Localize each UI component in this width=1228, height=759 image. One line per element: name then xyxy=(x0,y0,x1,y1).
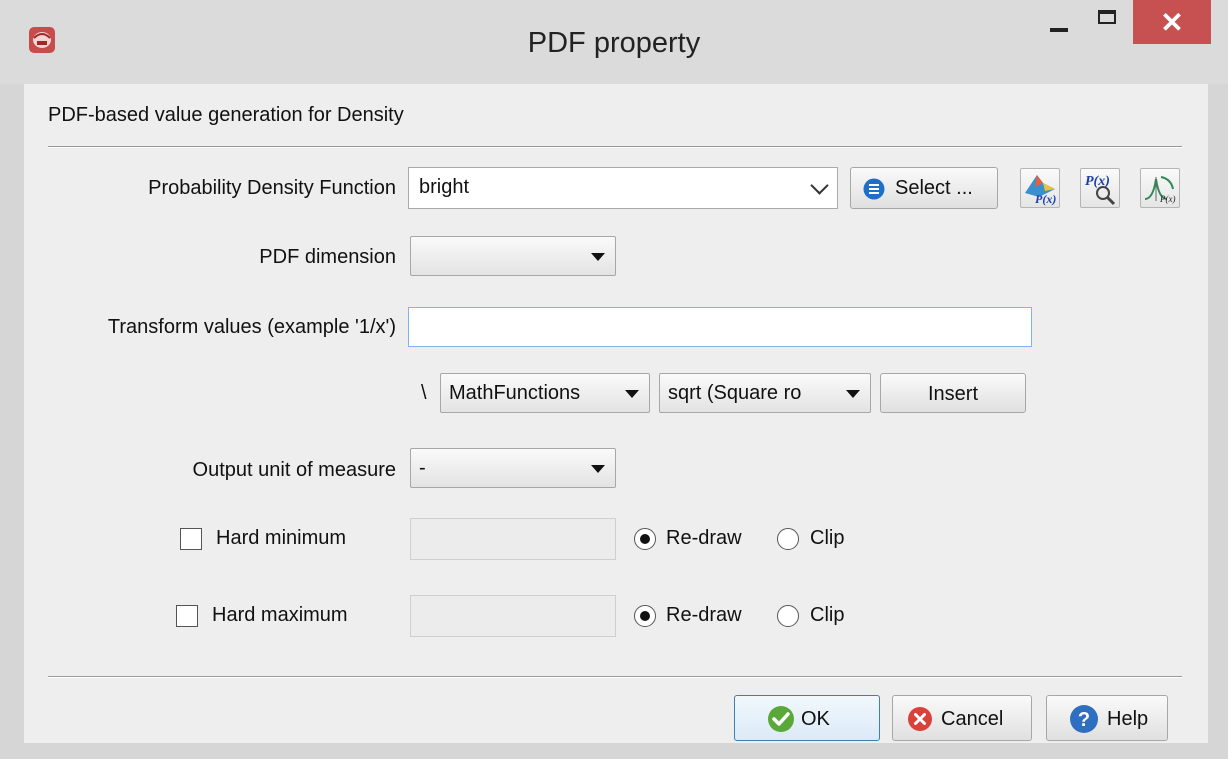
hard-minimum-input[interactable] xyxy=(410,518,616,560)
pdf-distribution-icon: P(x) xyxy=(1144,176,1176,204)
hard-minimum-redraw-label: Re-draw xyxy=(666,527,742,549)
hard-maximum-redraw-label: Re-draw xyxy=(666,604,742,626)
top-separator xyxy=(48,146,1182,148)
pdf-function-combo[interactable]: bright xyxy=(408,167,838,209)
hard-maximum-checkbox[interactable] xyxy=(176,605,198,627)
insert-button[interactable]: Insert xyxy=(880,373,1026,413)
list-circle-icon xyxy=(863,178,885,200)
math-category-value: MathFunctions xyxy=(449,382,581,404)
maximize-button[interactable] xyxy=(1088,0,1128,42)
pdf-dimension-label: PDF dimension xyxy=(259,246,396,268)
svg-text:P(x): P(x) xyxy=(1159,194,1176,204)
help-question-icon: ? xyxy=(1070,705,1098,733)
hard-minimum-clip-radio[interactable] xyxy=(777,528,799,550)
pdf-surface-button[interactable]: P(x) xyxy=(1020,168,1060,208)
math-function-dropdown[interactable]: sqrt (Square ro xyxy=(659,373,871,413)
output-unit-value: - xyxy=(419,457,426,479)
cancel-x-icon xyxy=(908,707,932,731)
hard-maximum-input[interactable] xyxy=(410,595,616,637)
ok-button-label: OK xyxy=(801,708,830,730)
pdf-property-dialog: PDF property ✕ PDF-based value generatio… xyxy=(0,0,1228,759)
insert-button-label: Insert xyxy=(927,383,979,405)
chevron-down-icon xyxy=(810,176,829,195)
pdf-function-value: bright xyxy=(419,176,470,198)
cancel-button[interactable]: Cancel xyxy=(892,695,1032,741)
title-bar: PDF property ✕ xyxy=(0,0,1228,84)
cancel-button-label: Cancel xyxy=(941,708,1004,730)
svg-text:P(x): P(x) xyxy=(1035,192,1056,206)
transform-input[interactable] xyxy=(408,307,1032,347)
bottom-separator xyxy=(48,676,1182,678)
transform-label: Transform values (example '1/x') xyxy=(107,316,396,338)
hard-maximum-redraw-radio[interactable] xyxy=(634,605,656,627)
transform-prefix: \ xyxy=(421,382,427,404)
svg-text:P(x): P(x) xyxy=(1085,174,1110,189)
output-unit-dropdown[interactable]: - xyxy=(410,448,616,488)
math-function-value: sqrt (Square ro xyxy=(668,382,802,404)
hard-minimum-redraw-radio[interactable] xyxy=(634,528,656,550)
select-pdf-button[interactable]: Select ... xyxy=(850,167,998,209)
caret-down-icon xyxy=(591,465,605,473)
dialog-body: PDF-based value generation for Density P… xyxy=(24,84,1208,743)
pdf-magnifier-button[interactable]: P(x) xyxy=(1080,168,1120,208)
close-icon: ✕ xyxy=(1160,7,1184,38)
ok-button[interactable]: OK xyxy=(734,695,880,741)
help-button-label: Help xyxy=(1107,708,1149,730)
pdf-function-label: Probability Density Function xyxy=(148,177,396,199)
hard-minimum-label: Hard minimum xyxy=(216,527,347,549)
checkmark-icon xyxy=(768,706,794,732)
close-button[interactable]: ✕ xyxy=(1133,0,1211,44)
hard-maximum-clip-label: Clip xyxy=(810,604,845,626)
dialog-heading: PDF-based value generation for Density xyxy=(48,104,404,126)
pdf-surface-icon: P(x) xyxy=(1025,175,1056,206)
svg-text:?: ? xyxy=(1078,709,1090,731)
caret-down-icon xyxy=(846,390,860,398)
hard-maximum-clip-radio[interactable] xyxy=(777,605,799,627)
math-category-dropdown[interactable]: MathFunctions xyxy=(440,373,650,413)
select-button-label: Select ... xyxy=(895,177,973,199)
minimize-button[interactable] xyxy=(1040,0,1080,42)
hard-minimum-checkbox[interactable] xyxy=(180,528,202,550)
output-unit-label: Output unit of measure xyxy=(192,459,396,481)
pdf-dimension-dropdown[interactable] xyxy=(410,236,616,276)
pdf-distribution-button[interactable]: P(x) xyxy=(1140,168,1180,208)
hard-maximum-label: Hard maximum xyxy=(212,604,348,626)
pdf-magnifier-icon: P(x) xyxy=(1085,174,1116,206)
caret-down-icon xyxy=(625,390,639,398)
hard-minimum-clip-label: Clip xyxy=(810,527,845,549)
help-button[interactable]: ? Help xyxy=(1046,695,1168,741)
caret-down-icon xyxy=(591,253,605,261)
